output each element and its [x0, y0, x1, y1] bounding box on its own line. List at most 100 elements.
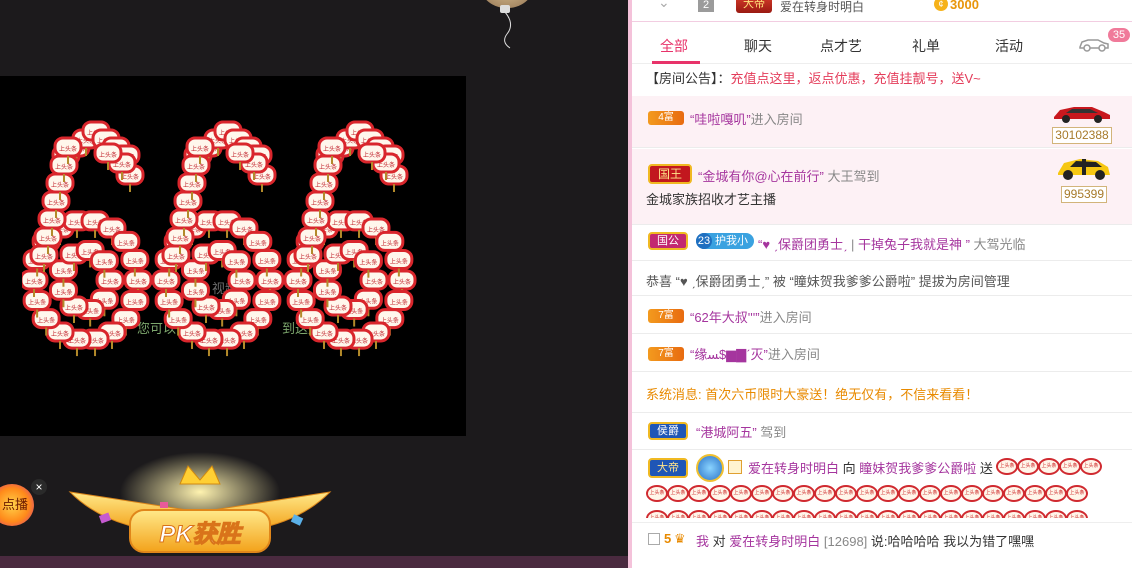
user-name[interactable]: “港城阿五”: [696, 425, 757, 440]
tab-activity[interactable]: 活动: [995, 36, 1023, 56]
svg-text:上头条: 上头条: [95, 259, 113, 267]
tab-chat[interactable]: 聊天: [744, 36, 772, 56]
svg-text:上头条: 上头条: [231, 151, 249, 159]
svg-text:上头条: 上头条: [318, 268, 336, 276]
svg-text:上头条: 上头条: [385, 173, 403, 181]
gift-sign-icon: 上头条: [919, 510, 941, 518]
wealth-badge: 7富: [648, 309, 684, 323]
chat-message: 恭喜 “♥ ˏ保爵团勇士ˏ” 被 “瞳妹贺我爹爹公爵啦” 提拔为房间管理: [632, 262, 1132, 296]
message-text: “金城有你@心在前行” 大王驾到: [698, 166, 880, 185]
gift-sign-icon: 上头条: [898, 510, 920, 518]
svg-text:上头条: 上头条: [179, 199, 197, 207]
gift-sign-icon: 上头条: [751, 510, 773, 518]
wealth-badge: 4富: [648, 111, 684, 125]
king-badge: 国王: [648, 164, 692, 184]
stage-bottom-bar: [0, 556, 628, 568]
self-name[interactable]: 我: [696, 534, 709, 549]
svg-text:上头条: 上头条: [289, 278, 307, 286]
user-name[interactable]: “62年大叔'''”: [690, 310, 760, 325]
gift-sign-icon: 上头条: [667, 510, 689, 518]
svg-text:上头条: 上头条: [258, 299, 276, 307]
crown-icon: ♛: [674, 531, 686, 546]
coin-icon: ¢: [934, 0, 948, 11]
close-icon[interactable]: ×: [31, 479, 47, 495]
svg-text:上头条: 上头条: [157, 278, 175, 286]
sender-name[interactable]: 爱在转身时明白: [748, 461, 839, 476]
chat-message: 4富 “哇啦嘎叽”进入房间 30102388: [632, 96, 1132, 148]
video-player[interactable]: 视频 您可以 到这里 上头条 上头条 上头条 上头条 上头条 上头条 上头条 上头条 上头条 上头…: [0, 76, 466, 436]
svg-text:上头条: 上头条: [261, 278, 279, 286]
svg-text:上头条: 上头条: [126, 257, 144, 265]
gift-icons: 上头条 上头条 上头条 上头条 上头条: [996, 458, 1102, 476]
svg-text:上头条: 上头条: [186, 268, 204, 276]
gift-sign-icon: 上头条: [835, 510, 857, 518]
gift-sign-icon: 上头条: [709, 485, 731, 502]
gift-sign-icon: 上头条: [1080, 458, 1102, 475]
svg-text:上头条: 上头条: [169, 317, 187, 325]
svg-text:上头条: 上头条: [167, 253, 185, 261]
rank-user-name[interactable]: 爱在转身时明白: [780, 0, 864, 15]
gift-sign-icon: 上头条: [1038, 458, 1060, 475]
gift-sign-icon: 上头条: [772, 485, 794, 502]
chat-message: 国王 “金城有你@心在前行” 大王驾到 金城家族招收才艺主播 995399: [632, 149, 1132, 225]
guard-badge: 23 护我小: [696, 233, 754, 249]
gift-sign-icon: 上头条: [1024, 510, 1046, 518]
svg-text:上头条: 上头条: [129, 278, 147, 286]
gift-icons: 上头条 上头条 上头条 上头条 上头条 上头条 上头条 上头条 上头条 上头条 上头条 上头条 上头条上…: [646, 510, 1116, 518]
svg-text:上头条: 上头条: [249, 239, 267, 247]
message-text: 我 对 爱在转身时明白 [12698] 说:哈哈哈哈 我以为错了嘿嘿: [696, 534, 1035, 549]
receiver-name[interactable]: 瞳妹贺我爹爹公爵啦: [859, 461, 976, 476]
svg-text:上头条: 上头条: [121, 173, 139, 181]
gift-sign-icon: 上头条: [961, 510, 983, 518]
svg-text:上头条: 上头条: [65, 304, 83, 312]
gift-sign-icon: 上头条: [772, 510, 794, 518]
car-icon[interactable]: [1078, 36, 1110, 52]
level-icon: [648, 533, 660, 545]
dianbo-button[interactable]: 点播: [0, 484, 34, 526]
666-gift-animation: 上头条上头条上头条上头条上头条上头条上头条上头条上头条上头条上头条 上头条上头条上…: [22, 120, 417, 357]
message-action: 进入房间: [759, 310, 812, 325]
user-name[interactable]: “金城有你@心在前行”: [698, 169, 824, 184]
chat-message: 7富 “缘ﺴ$▆▇ˊ灭”进入房间: [632, 335, 1132, 372]
svg-text:上头条: 上头条: [51, 181, 69, 189]
tab-gift-list[interactable]: 礼单: [912, 36, 940, 56]
svg-text:上头条: 上头条: [315, 181, 333, 189]
svg-text:上头条: 上头条: [307, 217, 325, 225]
gift-sign-icon: 上头条: [856, 510, 878, 518]
user-name[interactable]: “缘ﺴ$▆▇ˊ灭”: [690, 347, 768, 362]
svg-text:上头条: 上头条: [318, 288, 336, 296]
balloon-string: [504, 12, 511, 49]
tab-talent[interactable]: 点才艺: [820, 36, 862, 56]
gift-sign-icon: 上头条: [793, 485, 815, 502]
message-action: 大王驾到: [827, 169, 880, 184]
announcement-link[interactable]: 充值点这里，返点优惠，充值挂靓号，送V~: [731, 71, 981, 86]
svg-text:上头条: 上头条: [28, 299, 46, 307]
emperor-badge: 大帝: [736, 0, 772, 13]
target-name[interactable]: 爱在转身时明白: [729, 534, 820, 549]
tab-all[interactable]: 全部: [660, 36, 688, 56]
gift-sign-icon: 上头条: [814, 485, 836, 502]
chevron-down-icon[interactable]: ⌄: [658, 0, 670, 11]
system-message-text: 系统消息: 首次六币限时大豪送！绝无仅有，不信来看看！: [646, 387, 979, 402]
gift-message: 大帝 爱在转身时明白 向 瞳妹贺我爹爹公爵啦 送 上头条 上头条 上头条 上头条 上头条…: [632, 452, 1132, 518]
svg-text:上头条: 上头条: [253, 173, 271, 181]
svg-text:上头条: 上头条: [59, 145, 77, 153]
gift-sign-icon: 上头条: [667, 485, 689, 502]
svg-text:上头条: 上头条: [187, 163, 205, 171]
active-tab-underline: [652, 61, 700, 64]
fan-badge-icon: [728, 460, 742, 474]
system-message: 系统消息: 首次六币限时大豪送！绝无仅有，不信来看看！: [632, 373, 1132, 413]
user-name[interactable]: “♥ ˏ保爵团勇士ˏ: [758, 237, 847, 252]
svg-text:上头条: 上头条: [25, 278, 43, 286]
gift-sign-icon: 上头条: [688, 485, 710, 502]
user-name-2[interactable]: 干掉兔子我就是神 ”: [858, 237, 970, 252]
gift-sign-icon: 上头条: [919, 485, 941, 502]
chat-tabs: 全部 聊天 点才艺 礼单 活动 35: [632, 24, 1132, 64]
room-announcement: 【房间公告】：充值点这里，返点优惠，充值挂靓号，送V~: [646, 68, 981, 87]
svg-text:上头条: 上头条: [47, 199, 65, 207]
gift-sign-icon: 上头条: [982, 510, 1004, 518]
message-action: 大驾光临: [973, 237, 1026, 252]
user-name[interactable]: “哇啦嘎叽”: [690, 112, 751, 127]
user-id: [12698]: [823, 534, 868, 549]
gift-sign-icon: 上头条: [1066, 485, 1088, 502]
